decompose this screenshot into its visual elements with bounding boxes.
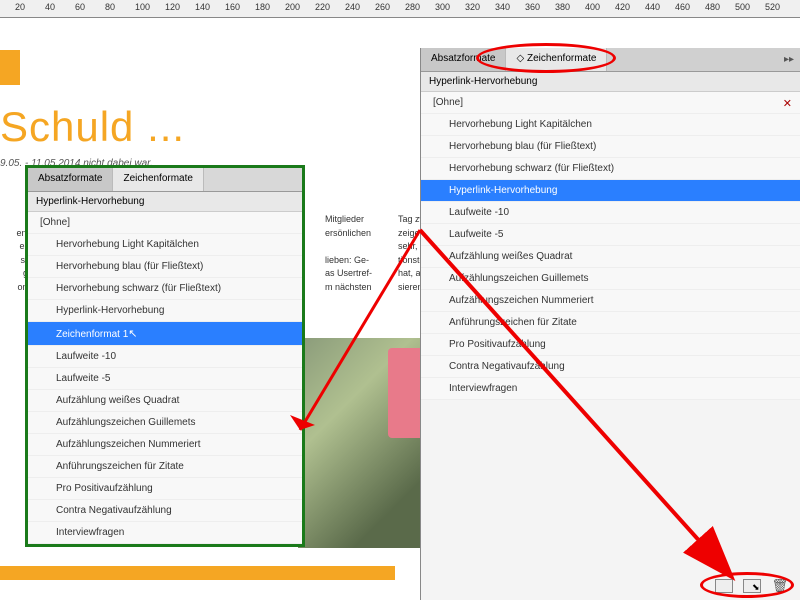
ruler-tick: 140 — [195, 2, 210, 12]
style-item[interactable]: Laufweite -10 — [421, 202, 800, 224]
ruler-tick: 240 — [345, 2, 360, 12]
trash-icon[interactable]: 🗑 — [771, 578, 788, 594]
tab-paragraph-styles[interactable]: Absatzformate — [421, 48, 506, 71]
style-item[interactable]: Hervorhebung blau (für Fließtext) — [28, 256, 302, 278]
style-item[interactable]: [Ohne] — [28, 212, 302, 234]
ruler-tick: 380 — [555, 2, 570, 12]
character-styles-panel-docked: Absatzformate ◇ Zeichenformate ▸▸ Hyperl… — [420, 48, 800, 600]
style-item[interactable]: Aufzählungszeichen Guillemets — [28, 412, 302, 434]
new-folder-icon[interactable] — [715, 579, 733, 593]
style-item[interactable]: Hyperlink-Hervorhebung — [421, 180, 800, 202]
style-item[interactable]: Hyperlink-Hervorhebung — [28, 300, 302, 322]
ruler-tick: 500 — [735, 2, 750, 12]
style-list: [Ohne]Hervorhebung Light KapitälchenHerv… — [28, 212, 302, 544]
ruler-tick: 200 — [285, 2, 300, 12]
style-item[interactable]: Anführungszeichen für Zitate — [28, 456, 302, 478]
ruler-tick: 440 — [645, 2, 660, 12]
style-item[interactable]: Contra Negativaufzählung — [421, 356, 800, 378]
ruler-tick: 60 — [75, 2, 85, 12]
style-item[interactable]: Hervorhebung Light Kapitälchen — [28, 234, 302, 256]
tab-character-styles[interactable]: ◇ Zeichenformate — [506, 48, 607, 71]
applied-style-status: Hyperlink-Hervorhebung — [28, 192, 302, 212]
ruler-tick: 280 — [405, 2, 420, 12]
ruler-tick: 320 — [465, 2, 480, 12]
ruler-tick: 120 — [165, 2, 180, 12]
style-list: [Ohne]✕Hervorhebung Light KapitälchenHer… — [421, 92, 800, 400]
style-item[interactable]: Zeichenformat 1↖ — [28, 322, 302, 346]
style-item[interactable]: Aufzählung weißes Quadrat — [28, 390, 302, 412]
character-styles-panel-floating: Absatzformate Zeichenformate Hyperlink-H… — [25, 165, 305, 547]
style-item[interactable]: Aufzählungszeichen Guillemets — [421, 268, 800, 290]
footer-accent-bar — [0, 566, 395, 580]
style-item[interactable]: Pro Positivaufzählung — [28, 478, 302, 500]
ruler-tick: 260 — [375, 2, 390, 12]
panel-menu-icon[interactable]: ▸▸ — [784, 54, 794, 65]
style-item[interactable]: Pro Positivaufzählung — [421, 334, 800, 356]
accent-bar — [0, 50, 20, 85]
style-item[interactable]: Aufzählungszeichen Nummeriert — [28, 434, 302, 456]
style-item[interactable]: Hervorhebung schwarz (für Fließtext) — [421, 158, 800, 180]
style-item[interactable]: Laufweite -5 — [28, 368, 302, 390]
ruler-tick: 300 — [435, 2, 450, 12]
style-item[interactable]: Hervorhebung schwarz (für Fließtext) — [28, 278, 302, 300]
ruler-tick: 420 — [615, 2, 630, 12]
ruler-tick: 180 — [255, 2, 270, 12]
panel-tabs: Absatzformate ◇ Zeichenformate ▸▸ — [421, 48, 800, 72]
new-style-icon[interactable]: ⬊ — [743, 579, 761, 593]
ruler-tick: 40 — [45, 2, 55, 12]
style-item[interactable]: Contra Negativaufzählung — [28, 500, 302, 522]
panel-footer: ⬊ 🗑 — [715, 578, 788, 594]
style-item[interactable]: Anführungszeichen für Zitate — [421, 312, 800, 334]
horizontal-ruler: 20 40 60 80 100 120 140 160 180 200 220 240 260 280 30… — [0, 0, 800, 18]
ruler-tick: 480 — [705, 2, 720, 12]
ruler-tick: 220 — [315, 2, 330, 12]
style-item[interactable]: Hervorhebung blau (für Fließtext) — [421, 136, 800, 158]
clear-override-icon[interactable]: ✕ — [783, 97, 792, 110]
panel-tabs: Absatzformate Zeichenformate — [28, 168, 302, 192]
ruler-tick: 340 — [495, 2, 510, 12]
tab-label: Zeichenformate — [527, 53, 596, 64]
tab-character-styles[interactable]: Zeichenformate — [113, 168, 203, 191]
tab-paragraph-styles[interactable]: Absatzformate — [28, 168, 113, 191]
ruler-tick: 160 — [225, 2, 240, 12]
style-item[interactable]: Laufweite -5 — [421, 224, 800, 246]
style-item[interactable]: Interviewfragen — [28, 522, 302, 544]
body-column-mid: Mitglieder ersönlichen lieben: Ge- as Us… — [325, 213, 395, 294]
style-item[interactable]: Interviewfragen — [421, 378, 800, 400]
ruler-tick: 80 — [105, 2, 115, 12]
applied-style-status: Hyperlink-Hervorhebung — [421, 72, 800, 92]
ruler-tick: 460 — [675, 2, 690, 12]
style-item[interactable]: Laufweite -10 — [28, 346, 302, 368]
style-item[interactable]: Hervorhebung Light Kapitälchen — [421, 114, 800, 136]
updown-icon: ◇ — [516, 53, 524, 64]
style-item[interactable]: [Ohne]✕ — [421, 92, 800, 114]
ruler-tick: 400 — [585, 2, 600, 12]
ruler-tick: 520 — [765, 2, 780, 12]
ruler-tick: 20 — [15, 2, 25, 12]
style-item[interactable]: Aufzählung weißes Quadrat — [421, 246, 800, 268]
cursor-icon: ↖ — [128, 328, 137, 340]
page-heading: Schuld ... — [0, 103, 185, 151]
ruler-tick: 100 — [135, 2, 150, 12]
style-item[interactable]: Aufzählungszeichen Nummeriert — [421, 290, 800, 312]
ruler-tick: 360 — [525, 2, 540, 12]
